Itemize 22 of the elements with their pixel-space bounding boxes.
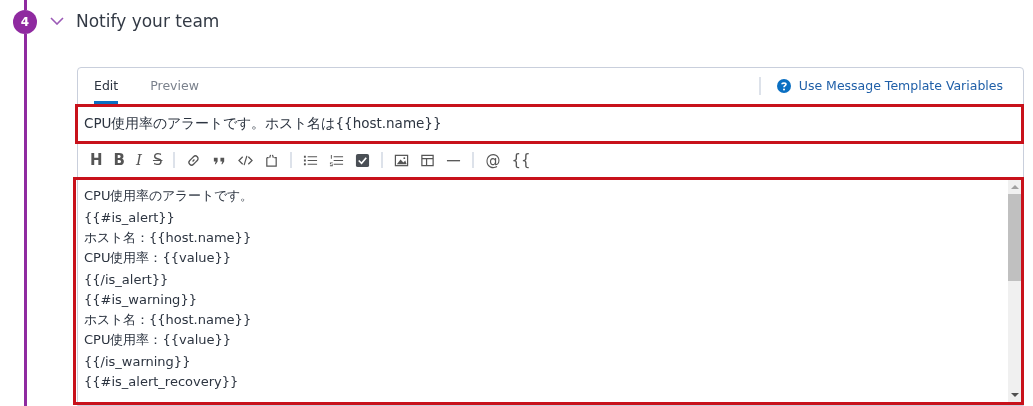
title-input-field[interactable]: CPU使用率のアラートです。ホスト名は{{host.name}} bbox=[75, 103, 1024, 144]
link-icon[interactable] bbox=[186, 152, 202, 168]
editor-tab[interactable]: Preview bbox=[150, 67, 199, 104]
scrollbar[interactable] bbox=[1008, 179, 1021, 402]
format-button[interactable]: H bbox=[90, 152, 103, 168]
format-button[interactable]: {{ bbox=[511, 152, 531, 168]
section-title: Notify your team bbox=[76, 10, 220, 31]
embed-icon[interactable] bbox=[264, 152, 280, 168]
format-button[interactable]: B bbox=[113, 152, 125, 168]
format-button[interactable]: S bbox=[152, 152, 163, 168]
numbered-list-icon[interactable] bbox=[329, 152, 345, 168]
image-icon[interactable] bbox=[394, 152, 410, 168]
format-button[interactable]: I bbox=[136, 152, 142, 168]
format-button[interactable]: @ bbox=[485, 152, 501, 168]
step-number-badge: 4 bbox=[13, 10, 37, 34]
help-icon bbox=[776, 78, 791, 93]
template-variables-link[interactable]: Use Message Template Variables bbox=[798, 78, 1003, 94]
table-icon[interactable] bbox=[420, 152, 436, 168]
chevron-icon[interactable] bbox=[50, 16, 64, 25]
message-body-field[interactable]: CPU使用率のアラートです。 {{#is_alert}} ホスト名：{{host.name}} CPU使用率：{{value}} {{/is_alert}} {{#is_warning}} ホスト名：{{host.name}} CPU使用率：{{value}} {{/is_warning}} {{#is_alert_recovery}} bbox=[73, 176, 1024, 405]
editor-tab[interactable]: Edit bbox=[94, 67, 119, 104]
checkbox-icon[interactable] bbox=[355, 152, 371, 168]
